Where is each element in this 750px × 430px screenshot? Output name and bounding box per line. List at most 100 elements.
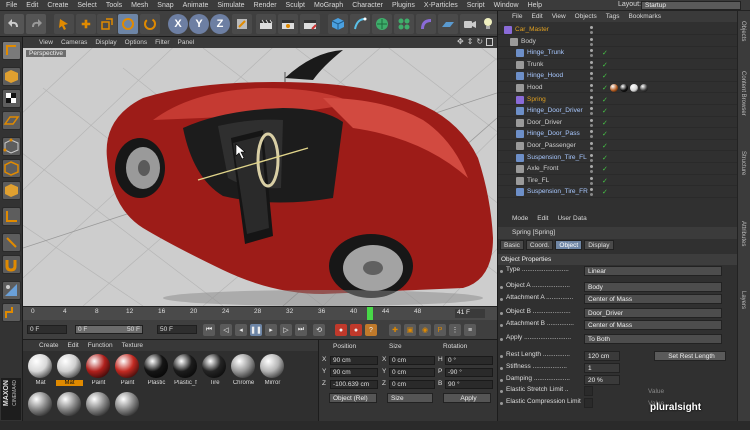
- enabled-check-icon[interactable]: ✓: [602, 165, 608, 173]
- material-swatch[interactable]: [27, 392, 54, 430]
- menu-animate[interactable]: Animate: [183, 2, 209, 9]
- position-z-field[interactable]: -100.639 cm: [330, 380, 378, 389]
- enabled-check-icon[interactable]: ✓: [602, 119, 608, 127]
- menu-simulate[interactable]: Simulate: [217, 2, 244, 9]
- attribute-value-field[interactable]: Linear: [584, 266, 722, 276]
- attribute-value-field[interactable]: 20 %: [584, 375, 620, 385]
- go-to-end-icon[interactable]: ⏭: [295, 324, 307, 336]
- material-swatch[interactable]: Tire: [201, 354, 228, 392]
- editor-visibility-dot[interactable]: [590, 142, 593, 145]
- enable-axis-icon[interactable]: [2, 303, 21, 322]
- render-visibility-dot[interactable]: [590, 89, 593, 92]
- parameter-track-icon[interactable]: P: [434, 324, 446, 336]
- timeline-menu-icon[interactable]: ≡: [464, 324, 476, 336]
- points-mode-icon[interactable]: [2, 137, 21, 156]
- menu-plugins[interactable]: Plugins: [392, 2, 415, 9]
- editor-visibility-dot[interactable]: [590, 84, 593, 87]
- model-mode-icon[interactable]: [2, 67, 21, 86]
- pan-icon[interactable]: ✥: [457, 38, 464, 46]
- bend-deformer-icon[interactable]: [416, 14, 436, 34]
- viewport-menu-display[interactable]: Display: [95, 39, 116, 46]
- viewport-menu-filter[interactable]: Filter: [155, 39, 169, 46]
- editor-visibility-dot[interactable]: [590, 95, 593, 99]
- keyframe-selection-icon[interactable]: ?: [365, 324, 377, 336]
- rotate-icon[interactable]: [118, 14, 138, 34]
- editor-visibility-dot[interactable]: [590, 60, 593, 64]
- menu-x-particles[interactable]: X-Particles: [424, 2, 458, 9]
- edges-mode-icon[interactable]: [2, 159, 21, 178]
- recent-tools-icon[interactable]: [140, 14, 160, 34]
- attribute-value-field[interactable]: Center of Mass: [584, 294, 722, 304]
- material-menu-create[interactable]: Create: [39, 342, 59, 349]
- go-to-start-icon[interactable]: ⏮: [203, 324, 215, 336]
- menu-mesh[interactable]: Mesh: [131, 2, 148, 9]
- position-track-icon[interactable]: ✚: [389, 324, 401, 336]
- material-swatch[interactable]: Paint: [114, 354, 141, 392]
- object-menu-edit[interactable]: Edit: [531, 13, 542, 20]
- enabled-check-icon[interactable]: ✓: [602, 154, 608, 162]
- redo-icon[interactable]: [26, 14, 46, 34]
- render-picture-viewer-icon[interactable]: [278, 14, 298, 34]
- object-row[interactable]: Car_Master: [498, 24, 738, 36]
- menu-script[interactable]: Script: [467, 2, 485, 9]
- animate-param-dot[interactable]: [500, 324, 503, 327]
- object-row[interactable]: Hinge_Trunk ✓: [498, 47, 738, 59]
- viewport-menu-panel[interactable]: Panel: [178, 39, 195, 46]
- size-mode-dropdown[interactable]: Size: [387, 393, 433, 403]
- editor-visibility-dot[interactable]: [590, 188, 593, 192]
- object-menu-file[interactable]: File: [512, 13, 522, 20]
- object-row[interactable]: Spring ✓: [498, 94, 738, 105]
- object-row[interactable]: Hinge_Door_Driver ✓: [498, 105, 738, 117]
- object-row[interactable]: Hood ✓: [498, 82, 738, 94]
- attribute-menu-user-data[interactable]: User Data: [557, 215, 586, 222]
- enabled-check-icon[interactable]: ✓: [602, 107, 608, 115]
- viewport[interactable]: [23, 48, 497, 306]
- animate-param-dot[interactable]: [500, 286, 503, 289]
- material-swatch[interactable]: Plastic: [143, 354, 170, 392]
- object-menu-objects[interactable]: Objects: [575, 13, 597, 20]
- zoom-icon[interactable]: ⇕: [467, 38, 474, 46]
- material-swatch[interactable]: Mirror: [259, 354, 286, 392]
- material-tag-icon[interactable]: [610, 84, 618, 92]
- menu-help[interactable]: Help: [528, 2, 542, 9]
- render-visibility-dot[interactable]: [590, 193, 593, 197]
- editor-visibility-dot[interactable]: [590, 26, 593, 29]
- set-rest-length-button[interactable]: Set Rest Length: [654, 351, 726, 361]
- render-visibility-dot[interactable]: [590, 112, 593, 116]
- enabled-check-icon[interactable]: ✓: [602, 72, 608, 80]
- editor-visibility-dot[interactable]: [590, 72, 593, 76]
- menu-mograph[interactable]: MoGraph: [314, 2, 343, 9]
- subdivision-surface-icon[interactable]: [372, 14, 392, 34]
- loop-icon[interactable]: ⟲: [313, 324, 325, 336]
- render-view-icon[interactable]: [256, 14, 276, 34]
- animate-param-dot[interactable]: [500, 270, 503, 273]
- render-visibility-dot[interactable]: [590, 123, 593, 127]
- material-menu-edit[interactable]: Edit: [68, 342, 79, 349]
- object-row[interactable]: Tire_FL ✓: [498, 175, 738, 187]
- timeline-playhead[interactable]: [367, 307, 373, 321]
- material-tag-icon[interactable]: [640, 84, 648, 92]
- next-key-icon[interactable]: ▷: [280, 324, 292, 336]
- tab-object[interactable]: Object: [555, 240, 583, 250]
- object-row[interactable]: Suspension_Tire_FR ✓: [498, 186, 738, 198]
- object-row[interactable]: Trunk ✓: [498, 59, 738, 71]
- rotation-b-field[interactable]: 90 °: [445, 380, 493, 389]
- attribute-menu-edit[interactable]: Edit: [537, 215, 548, 222]
- material-tag-icon[interactable]: [620, 84, 628, 92]
- object-row[interactable]: Axle_Front ✓: [498, 163, 738, 175]
- enabled-check-icon[interactable]: ✓: [602, 188, 608, 196]
- size-z-field[interactable]: 0 cm: [389, 380, 435, 389]
- render-visibility-dot[interactable]: [590, 42, 593, 46]
- render-visibility-dot[interactable]: [590, 54, 593, 58]
- object-row[interactable]: Hinge_Door_Pass ✓: [498, 128, 738, 140]
- object-menu-view[interactable]: View: [552, 13, 566, 20]
- previous-key-icon[interactable]: ◁: [220, 324, 232, 336]
- z-axis-icon[interactable]: Z: [210, 14, 230, 34]
- maximize-view-icon[interactable]: [486, 38, 493, 46]
- tab-basic[interactable]: Basic: [500, 240, 524, 250]
- viewport-menu-cameras[interactable]: Cameras: [61, 39, 87, 46]
- attribute-value-field[interactable]: Body: [584, 282, 722, 292]
- enabled-check-icon[interactable]: ✓: [602, 96, 608, 104]
- live-selection-icon[interactable]: [54, 14, 74, 34]
- side-tab-content-browser[interactable]: Content Browser: [740, 71, 746, 116]
